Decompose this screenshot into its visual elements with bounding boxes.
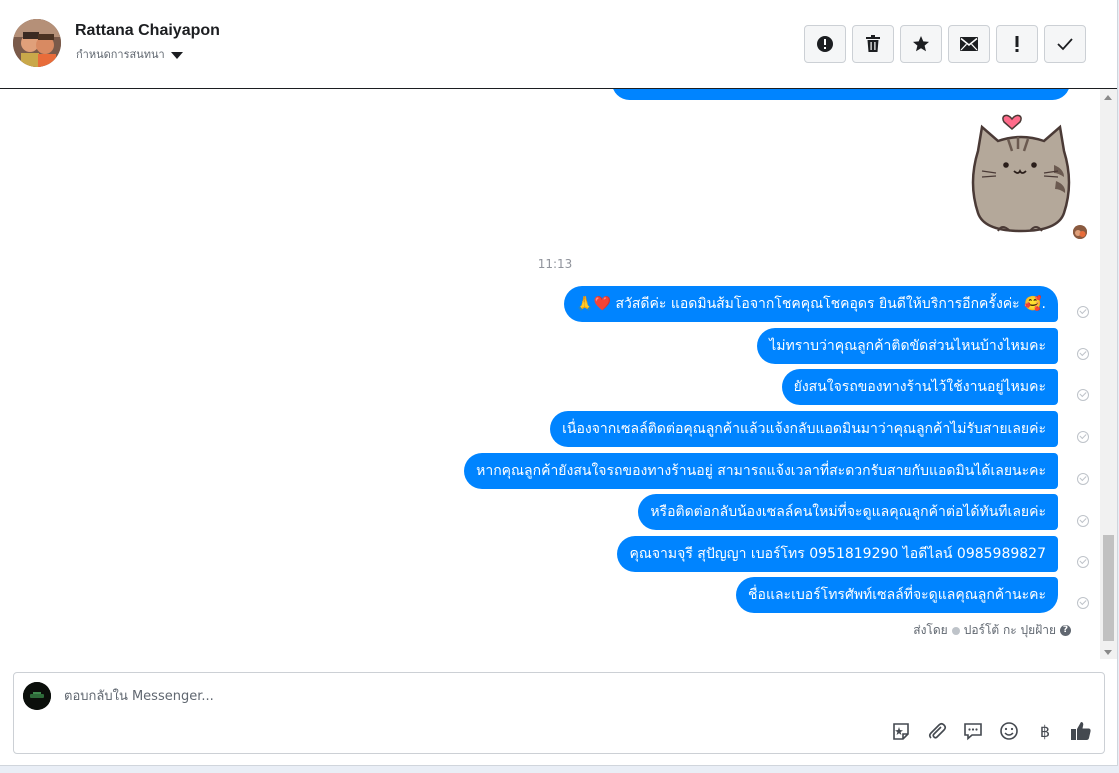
alert-circle-icon <box>817 36 833 52</box>
message-bubble[interactable]: 🙏❤️ สวัสดีค่ะ แอดมินส้มโอจากโชคคุณโชคอุด… <box>564 286 1058 322</box>
baht-symbol: ฿ <box>1039 721 1051 741</box>
message-bubble[interactable]: คุณจามจุรี สุปัญญา เบอร์โทร 0951819290 ไ… <box>617 536 1058 572</box>
sent-check-icon <box>1077 597 1089 609</box>
sent-check-icon <box>1077 515 1089 527</box>
cat-sticker <box>971 114 1071 233</box>
messenger-window: Rattana Chaiyapon กำหนดการสนทนา 11:13 🙏❤… <box>0 0 1118 766</box>
scroll-up-icon[interactable] <box>1104 95 1112 100</box>
message-bubble[interactable]: ไม่ทราบว่าคุณลูกค้าติดขัดส่วนไหนบ้างไหมค… <box>757 328 1058 364</box>
saved-replies-icon[interactable] <box>962 720 984 742</box>
scroll-down-icon[interactable] <box>1104 650 1112 655</box>
sent-by-name: ปอร์โต้ กะ ปุยฝ้าย <box>963 623 1056 637</box>
message-bubble[interactable]: หรือติดต่อกลับน้องเซลล์คนใหม่ที่จะดูแลคุ… <box>638 494 1058 530</box>
sent-check-icon <box>1077 431 1089 443</box>
report-spam-button[interactable] <box>804 25 846 63</box>
verified-icon <box>951 626 960 635</box>
conversation-toolbar <box>804 25 1086 63</box>
sticker-icon[interactable] <box>890 720 912 742</box>
assign-conversation-dropdown[interactable]: กำหนดการสนทนา <box>76 45 183 63</box>
emoji-icon[interactable] <box>998 720 1020 742</box>
sent-by-label: ส่งโดย <box>913 623 948 637</box>
message-timestamp: 11:13 <box>537 257 573 271</box>
message-bubble[interactable]: ยังสนใจรถของทางร้านไว้ใช้งานอยู่ไหมคะ <box>781 369 1058 405</box>
contact-avatar[interactable] <box>13 19 61 67</box>
star-button[interactable] <box>900 25 942 63</box>
message-bubble-previous <box>612 89 1070 100</box>
sent-check-icon <box>1077 556 1089 568</box>
sent-by-info: ส่งโดย ปอร์โต้ กะ ปุยฝ้าย ? <box>913 621 1071 640</box>
reply-input[interactable] <box>62 685 886 707</box>
mark-done-button[interactable] <box>1044 25 1086 63</box>
composer-toolbar: ฿ <box>890 720 1092 742</box>
star-icon <box>913 36 929 52</box>
help-icon[interactable]: ? <box>1060 625 1071 636</box>
sent-check-icon <box>1077 348 1089 360</box>
message-bubble[interactable]: เนื่องจากเซลล์ติดต่อคุณลูกค้าแล้วแจ้งกลั… <box>550 411 1058 447</box>
contact-name[interactable]: Rattana Chaiyapon <box>75 22 220 40</box>
envelope-icon <box>960 37 978 51</box>
follow-up-button[interactable] <box>996 25 1038 63</box>
scroll-thumb[interactable] <box>1103 535 1114 641</box>
sent-check-icon <box>1077 473 1089 485</box>
reply-composer: ฿ <box>13 672 1105 754</box>
seen-avatar <box>1073 225 1087 239</box>
message-scrollbar[interactable] <box>1100 89 1117 659</box>
message-bubble[interactable]: ชื่อและเบอร์โทรศัพท์เซลล์ที่จะดูแลคุณลูก… <box>736 577 1058 613</box>
chevron-down-icon <box>170 51 183 59</box>
attachment-icon[interactable] <box>926 720 948 742</box>
exclamation-icon <box>1015 36 1019 52</box>
message-list: 11:13 🙏❤️ สวัสดีค่ะ แอดมินส้มโอจากโชคคุณ… <box>0 89 1099 659</box>
like-icon[interactable] <box>1070 720 1092 742</box>
conversation-header: Rattana Chaiyapon กำหนดการสนทนา <box>0 0 1117 89</box>
delete-button[interactable] <box>852 25 894 63</box>
sent-check-icon <box>1077 389 1089 401</box>
trash-icon <box>866 35 880 52</box>
baht-payment-icon[interactable]: ฿ <box>1034 720 1056 742</box>
assign-label: กำหนดการสนทนา <box>76 48 165 61</box>
sent-check-icon <box>1077 306 1089 318</box>
page-avatar <box>23 682 51 710</box>
mark-unread-button[interactable] <box>948 25 990 63</box>
checkmark-icon <box>1057 38 1073 51</box>
message-bubble[interactable]: หากคุณลูกค้ายังสนใจรถของทางร้านอยู่ สามา… <box>464 453 1058 489</box>
